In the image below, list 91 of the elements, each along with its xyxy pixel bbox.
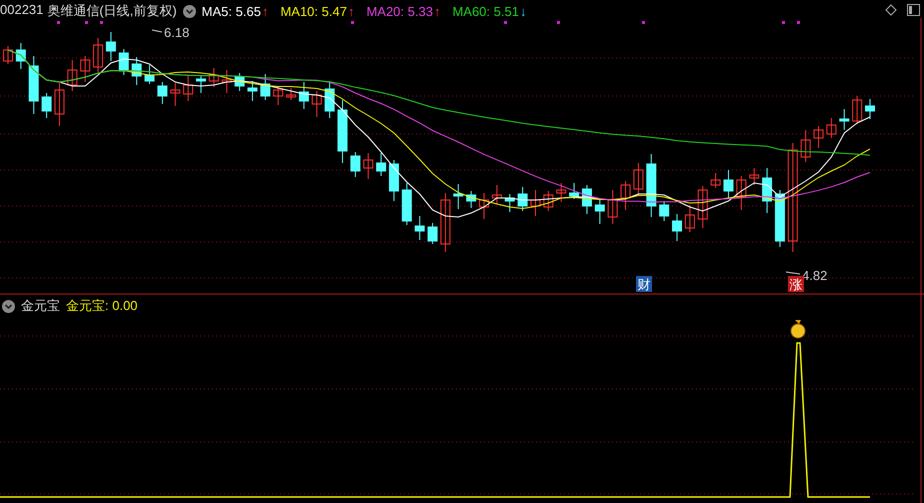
moving-average-label: MA10: 5.47 xyxy=(280,4,347,18)
candlestick xyxy=(260,74,270,100)
candlestick xyxy=(3,46,13,64)
chart-period: (日线,前复权) xyxy=(99,2,177,20)
candlestick xyxy=(492,184,502,204)
candlestick xyxy=(54,82,64,126)
candlestick xyxy=(273,86,284,106)
indicator-name: 金元宝 xyxy=(21,297,60,315)
candlestick xyxy=(800,130,811,162)
candlestick xyxy=(414,216,425,240)
candlestick xyxy=(698,186,708,228)
candlestick xyxy=(556,182,566,202)
finance-marker[interactable]: 财 xyxy=(636,276,652,292)
candlestick xyxy=(132,56,142,86)
candlestick xyxy=(338,100,348,164)
leader-line xyxy=(152,30,162,32)
candlestick xyxy=(608,190,618,224)
candlestick xyxy=(814,126,824,148)
candlestick xyxy=(388,160,399,202)
low-price-label: 4.82 xyxy=(802,268,828,283)
candlestick xyxy=(428,222,438,244)
candlestick xyxy=(852,96,862,124)
candlestick xyxy=(286,88,296,100)
candlestick xyxy=(453,184,464,210)
candlestick xyxy=(582,184,592,214)
candlestick xyxy=(106,32,116,62)
stock-name: 奥维通信 xyxy=(47,2,100,20)
candlestick xyxy=(247,80,258,102)
candlestick xyxy=(183,74,194,102)
candlestick xyxy=(144,64,155,84)
candlestick xyxy=(518,186,528,212)
candlestick xyxy=(620,180,631,210)
candlestick xyxy=(504,194,515,212)
candlestick xyxy=(350,152,360,178)
high-price-label: 6.18 xyxy=(164,25,190,40)
dropdown-icon[interactable] xyxy=(2,300,15,312)
candlestick xyxy=(80,56,90,82)
moving-average-label: MA20: 5.33 xyxy=(366,4,433,18)
candlestick xyxy=(736,176,746,210)
moving-average-label: MA60: 5.51 xyxy=(452,4,519,18)
candlestick xyxy=(749,168,760,186)
candlestick xyxy=(28,56,39,114)
candlestick xyxy=(118,48,129,76)
candlestick xyxy=(839,108,850,130)
candlestick xyxy=(466,190,476,208)
candlestick xyxy=(594,198,605,224)
candlestick xyxy=(222,70,232,94)
candlestick xyxy=(376,152,386,176)
stock-code: 002231 xyxy=(0,2,44,19)
candlestick xyxy=(723,170,734,200)
candlestick xyxy=(865,98,875,120)
candlestick xyxy=(672,214,682,242)
candlestick xyxy=(710,172,721,188)
candlestick xyxy=(363,152,374,180)
candlestick xyxy=(569,182,580,200)
candlestick xyxy=(762,168,772,214)
candlestick xyxy=(67,60,78,92)
money-bag-icon xyxy=(790,320,806,338)
candlestick xyxy=(479,192,490,220)
trend-arrow: ↑ xyxy=(434,4,440,18)
candlestick xyxy=(157,82,168,104)
leader-line xyxy=(786,272,800,274)
panel-icon[interactable] xyxy=(907,4,920,16)
candlestick xyxy=(93,38,104,72)
candlestick xyxy=(633,162,644,196)
limit-up-marker[interactable]: 涨 xyxy=(788,276,804,292)
dropdown-icon[interactable] xyxy=(182,4,196,18)
indicator-value: 金元宝: 0.00 xyxy=(66,297,138,315)
candlestick xyxy=(298,82,309,110)
candlestick xyxy=(402,182,412,226)
candlestick xyxy=(826,118,836,138)
candlestick xyxy=(170,82,180,106)
trend-arrow: ↑ xyxy=(262,4,268,18)
candlestick xyxy=(530,190,540,216)
candlestick xyxy=(196,74,206,94)
diamond-icon[interactable] xyxy=(885,4,897,16)
candlestick xyxy=(324,82,335,118)
candlestick xyxy=(42,92,52,118)
candlestick xyxy=(16,42,26,70)
candlestick xyxy=(774,190,785,248)
moving-average-label: MA5: 5.65 xyxy=(202,4,261,18)
trend-arrow: ↓ xyxy=(520,4,526,18)
candlestick xyxy=(646,154,656,218)
candlestick xyxy=(312,90,322,118)
candlestick xyxy=(659,200,670,222)
candlestick xyxy=(684,204,695,232)
candlestick xyxy=(440,192,450,252)
candlestick xyxy=(234,72,245,92)
candlestick xyxy=(543,190,554,212)
candlestick xyxy=(208,68,219,88)
trend-arrow: ↑ xyxy=(348,4,354,18)
